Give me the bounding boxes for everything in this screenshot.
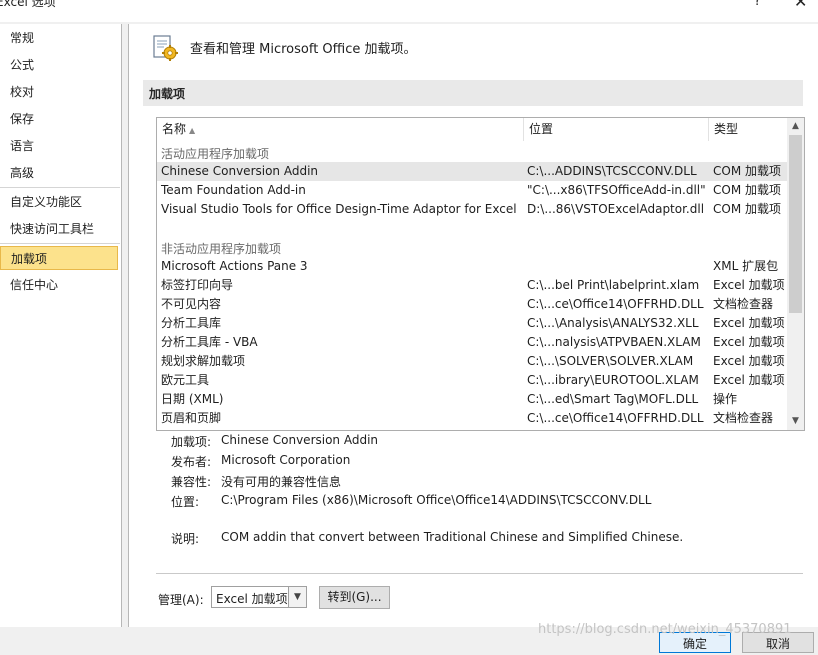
compatibility-value: 没有可用的兼容性信息	[221, 475, 342, 489]
section-title: 加载项	[149, 87, 186, 101]
addins-list[interactable]: 名称 ▲ 位置 类型 活动应用程序加载项 Chinese Conversion A…	[156, 117, 805, 431]
table-row[interactable]: 分析工具库 C:\...\Analysis\ANALYS32.XLL Excel…	[157, 314, 787, 333]
addins-panel: 查看和管理 Microsoft Office 加载项。 加载项 名称 ▲ 位置 类…	[128, 24, 818, 627]
addin-name: 不可见内容	[161, 297, 222, 311]
addin-type: COM 加载项	[713, 183, 781, 197]
chevron-down-icon[interactable]: ▼	[288, 587, 306, 607]
sort-ascending-icon: ▲	[189, 126, 196, 135]
addin-type: COM 加载项	[713, 202, 781, 216]
sidebar-item-trust-center[interactable]: 信任中心	[0, 273, 118, 297]
addin-name: Team Foundation Add-in	[161, 183, 306, 197]
table-row[interactable]: 分析工具库 - VBA C:\...nalysis\ATPVBAEN.XLAM …	[157, 333, 787, 352]
window-title: Excel 选项	[0, 0, 56, 9]
addin-name: 规划求解加载项	[161, 354, 246, 368]
addin-location: C:\...bel Print\labelprint.xlam	[527, 278, 700, 292]
table-row[interactable]: 不可见内容 C:\...ce\Office14\OFFRHD.DLL 文档检查器	[157, 295, 787, 314]
addin-type: Excel 加载项	[713, 278, 785, 292]
sidebar-item-advanced[interactable]: 高级	[0, 161, 118, 185]
addin-location: C:\...ADDINS\TCSCCONV.DLL	[527, 164, 697, 178]
table-row[interactable]: 页眉和页脚 C:\...ce\Office14\OFFRHD.DLL 文档检查器	[157, 409, 787, 428]
addin-type: Excel 加载项	[713, 354, 785, 368]
manage-label: 管理(A):	[158, 593, 204, 607]
addin-location: C:\...\SOLVER\SOLVER.XLAM	[527, 354, 694, 368]
addin-location: C:\...\Analysis\ANALYS32.XLL	[527, 316, 699, 330]
sidebar-divider	[0, 187, 120, 188]
addin-name: 欧元工具	[161, 373, 210, 387]
sidebar-item-customize-ribbon[interactable]: 自定义功能区	[0, 190, 118, 214]
addin-location: D:\...86\VSTOExcelAdaptor.dll	[527, 202, 705, 216]
addin-location: C:\...ibrary\EUROTOOL.XLAM	[527, 373, 699, 387]
location-value: C:\Program Files (x86)\Microsoft Office\…	[221, 493, 652, 507]
addin-name: 页眉和页脚	[161, 411, 222, 425]
addin-type: 操作	[713, 392, 738, 406]
table-row[interactable]: 日期 (XML) C:\...ed\Smart Tag\MOFL.DLL 操作	[157, 390, 787, 409]
addin-location: C:\...ed\Smart Tag\MOFL.DLL	[527, 392, 699, 406]
addin-detail-value: Chinese Conversion Addin	[221, 433, 379, 447]
addin-location: "C:\...x86\TFSOfficeAdd-in.dll"	[527, 183, 706, 197]
scroll-thumb[interactable]	[789, 135, 802, 313]
sidebar-divider	[0, 243, 120, 244]
table-row[interactable]: Team Foundation Add-in "C:\...x86\TFSOff…	[157, 181, 787, 200]
sidebar-item-quick-access-toolbar[interactable]: 快速访问工具栏	[0, 217, 118, 241]
scroll-up-icon[interactable]: ▲	[787, 118, 804, 135]
goto-button[interactable]: 转到(G)...	[319, 586, 390, 609]
column-header-name-label: 名称	[162, 122, 187, 136]
sidebar-item-proofing[interactable]: 校对	[0, 80, 118, 104]
page-header-text: 查看和管理 Microsoft Office 加载项。	[190, 42, 417, 57]
addin-name: 分析工具库 - VBA	[161, 335, 258, 349]
addin-type: COM 加载项	[713, 164, 781, 178]
sidebar-item-addins[interactable]: 加载项	[0, 246, 118, 270]
table-row[interactable]: 规划求解加载项 C:\...\SOLVER\SOLVER.XLAM Excel …	[157, 352, 787, 371]
help-icon[interactable]: ?	[754, 0, 761, 9]
table-row[interactable]: Chinese Conversion Addin C:\...ADDINS\TC…	[157, 162, 787, 181]
manage-dropdown-value: Excel 加载项	[216, 592, 288, 606]
scroll-down-icon[interactable]: ▼	[787, 413, 804, 430]
table-row[interactable]: Microsoft Actions Pane 3 XML 扩展包	[157, 257, 787, 276]
description-value: COM addin that convert between Tradition…	[221, 530, 684, 544]
watermark-text: https://blog.csdn.net/weixin_45370891	[538, 622, 792, 637]
active-group-label: 活动应用程序加载项	[161, 147, 270, 161]
addin-type: 文档检查器	[713, 297, 774, 311]
addin-type: 文档检查器	[713, 411, 774, 425]
addin-name: Chinese Conversion Addin	[161, 164, 319, 178]
close-icon[interactable]: ✕	[794, 0, 807, 11]
addin-type: Excel 加载项	[713, 335, 785, 349]
location-label: 位置:	[171, 495, 200, 509]
addin-type: XML 扩展包	[713, 259, 779, 273]
addin-type: Excel 加载项	[713, 373, 785, 387]
compatibility-label: 兼容性:	[171, 475, 212, 489]
title-bar: Excel 选项 ? ✕	[0, 0, 818, 22]
addin-location: C:\...nalysis\ATPVBAEN.XLAM	[527, 335, 701, 349]
publisher-label: 发布者:	[171, 455, 212, 469]
sidebar-item-language[interactable]: 语言	[0, 134, 118, 158]
addin-detail-label: 加载项:	[171, 435, 212, 449]
publisher-value: Microsoft Corporation	[221, 453, 351, 467]
description-label: 说明:	[171, 532, 200, 546]
table-row[interactable]: 欧元工具 C:\...ibrary\EUROTOOL.XLAM Excel 加载…	[157, 371, 787, 390]
addin-name: Visual Studio Tools for Office Design-Ti…	[161, 202, 517, 216]
sidebar-item-save[interactable]: 保存	[0, 107, 118, 131]
list-scrollbar[interactable]: ▲ ▼	[787, 118, 804, 430]
divider	[156, 573, 803, 574]
addin-location: C:\...ce\Office14\OFFRHD.DLL	[527, 297, 704, 311]
sidebar-item-general[interactable]: 常规	[0, 26, 118, 50]
column-header-location[interactable]: 位置	[524, 118, 708, 141]
addin-name: 标签打印向导	[161, 278, 234, 292]
manage-dropdown[interactable]: Excel 加载项 ▼	[211, 586, 307, 608]
addin-type: Excel 加载项	[713, 316, 785, 330]
addins-gear-icon	[153, 35, 178, 61]
addin-name: Microsoft Actions Pane 3	[161, 259, 308, 273]
table-row[interactable]: Visual Studio Tools for Office Design-Ti…	[157, 200, 787, 219]
options-sidebar: 常规 公式 校对 保存 语言 高级 自定义功能区 快速访问工具栏 加载项 信任中…	[0, 24, 122, 627]
addin-name: 日期 (XML)	[161, 392, 224, 406]
addin-location: C:\...ce\Office14\OFFRHD.DLL	[527, 411, 704, 425]
column-header-type[interactable]: 类型	[709, 118, 787, 141]
table-row[interactable]: 标签打印向导 C:\...bel Print\labelprint.xlam E…	[157, 276, 787, 295]
sidebar-item-formulas[interactable]: 公式	[0, 53, 118, 77]
column-header-name[interactable]: 名称 ▲	[157, 118, 523, 141]
addin-name: 分析工具库	[161, 316, 222, 330]
inactive-group-label: 非活动应用程序加载项	[161, 242, 282, 256]
section-header: 加载项	[143, 80, 803, 106]
